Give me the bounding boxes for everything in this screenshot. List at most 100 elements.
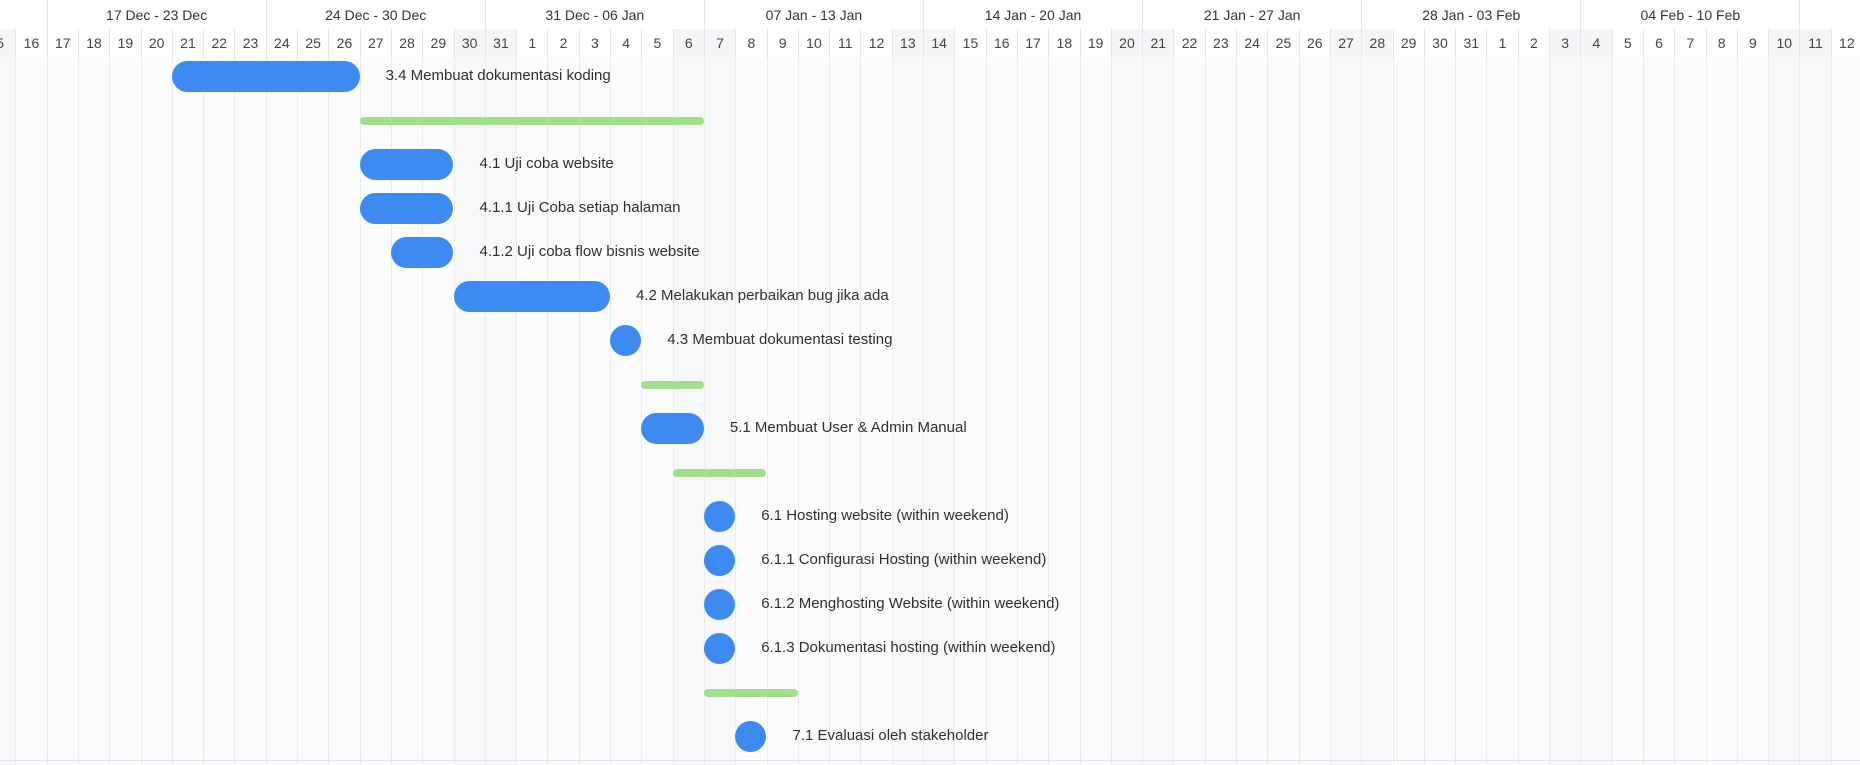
week-header-cell: 21 Jan - 27 Jan [1142,0,1361,29]
day-header-cell: 4 [610,29,641,57]
day-header-cell: 6 [672,29,704,57]
day-header-cell: 25 [297,29,328,57]
day-header-cell: 16 [985,29,1017,57]
day-header-cell: 13 [891,29,923,57]
gantt-chart: 17 Dec - 23 Dec 24 Dec - 30 Dec 31 Dec - 0… [0,0,1860,765]
grid-column [829,57,861,765]
day-header-cell: 3 [1549,29,1581,57]
day-header-cell: 24 [265,29,297,57]
day-header-cell: 11 [1799,29,1831,57]
grid-column [265,57,297,765]
summary-bar[interactable] [359,116,704,125]
summary-bar[interactable] [703,688,798,697]
day-header-cell: 31 [1455,29,1486,57]
grid-column [15,57,47,765]
day-header-cell: 28 [1361,29,1393,57]
day-header-cell: 22 [1173,29,1204,57]
task-bar[interactable] [703,545,736,576]
grid-column [297,57,329,765]
day-header-cell: 5 [1611,29,1643,57]
task-bar[interactable] [359,193,454,224]
day-header-cell: 1 [516,29,547,57]
grid-column [171,57,204,765]
grid-column [1048,57,1080,765]
task-label: 6.1 Hosting website (within weekend) [761,507,1009,524]
day-header-cell: 2 [547,29,578,57]
week-header-cell: 04 Feb - 10 Feb [1580,0,1799,29]
week-header-row: 17 Dec - 23 Dec 24 Dec - 30 Dec 31 Dec - 0… [0,0,1860,30]
week-header-cell: 31 Dec - 06 Jan [484,0,704,29]
task-bar[interactable] [641,413,704,444]
day-header-cell: 2 [1517,29,1549,57]
day-header-cell: 19 [1079,29,1111,57]
grid-column [203,57,235,765]
grid-column [1267,57,1299,765]
day-header-cell: 21 [171,29,203,57]
day-header-cell: 23 [234,29,265,57]
grid-column [1329,57,1362,765]
day-header-cell: 28 [390,29,422,57]
task-label: 6.1.3 Dokumentasi hosting (within weeken… [761,639,1056,656]
week-header-cell: 17 Dec - 23 Dec [46,0,266,29]
grid-column [1486,57,1518,765]
grid-column [985,57,1017,765]
task-label: 6.1.2 Menghosting Website (within weeken… [761,595,1060,612]
task-label: 4.1.1 Uji Coba setiap halaman [479,199,681,216]
grid-column [1361,57,1393,765]
day-header-cell: 8 [735,29,766,57]
day-header-cell: 18 [77,29,109,57]
grid-column [0,57,16,765]
week-header-cell: 24 Dec - 30 Dec [265,0,485,29]
grid-column [1204,57,1236,765]
task-bar[interactable] [390,237,454,268]
grid-column [1298,57,1330,765]
day-header-cell: 18 [1048,29,1079,57]
day-header-cell: 4 [1580,29,1612,57]
grid-column [328,57,360,765]
grid-column [1674,57,1706,765]
day-header-cell: 17 [1016,29,1048,57]
day-header-cell: 11 [829,29,860,57]
grid-column [1173,57,1205,765]
grid-column [1549,57,1581,765]
task-bar[interactable] [359,149,454,180]
day-header-cell: 27 [1329,29,1362,57]
day-header-cell: 10 [1768,29,1800,57]
week-header-cell: 11 Feb - 17 [1799,0,1860,29]
summary-bar[interactable] [641,380,704,389]
task-label: 4.2 Melakukan perbaikan bug jika ada [636,287,889,304]
grid-column [1236,57,1268,765]
grid-column [1642,57,1675,765]
task-bar[interactable] [453,281,610,312]
day-header-cell: 15 [954,29,985,57]
day-header-cell: 8 [1705,29,1737,57]
task-bar[interactable] [703,633,736,664]
grid-column [954,57,986,765]
day-header-cell: 30 [453,29,485,57]
grid-column [1830,57,1860,765]
grid-column [1423,57,1456,765]
grid-column [610,57,642,765]
day-header-cell: 17 [46,29,78,57]
grid-column [1580,57,1612,765]
day-header-cell: 26 [328,29,359,57]
day-header-cell: 30 [1423,29,1455,57]
day-header-cell: 16 [15,29,46,57]
day-header-cell: 7 [1674,29,1705,57]
week-header-cell: 07 Jan - 13 Jan [703,0,923,29]
day-header-cell: 24 [1236,29,1267,57]
task-bar[interactable] [171,61,360,92]
grid-column [77,57,110,765]
day-header-cell: 9 [1736,29,1768,57]
summary-bar[interactable] [672,468,767,477]
day-header-cell: 19 [109,29,140,57]
grid-column [1799,57,1831,765]
grid-column [1079,57,1111,765]
grid-column [46,57,78,765]
day-header-cell: 22 [203,29,234,57]
day-header-cell: 12 [1830,29,1860,57]
grid-column [735,57,767,765]
task-bar[interactable] [703,589,736,620]
task-bar[interactable] [703,501,736,532]
task-label: 4.1 Uji coba website [479,155,614,172]
